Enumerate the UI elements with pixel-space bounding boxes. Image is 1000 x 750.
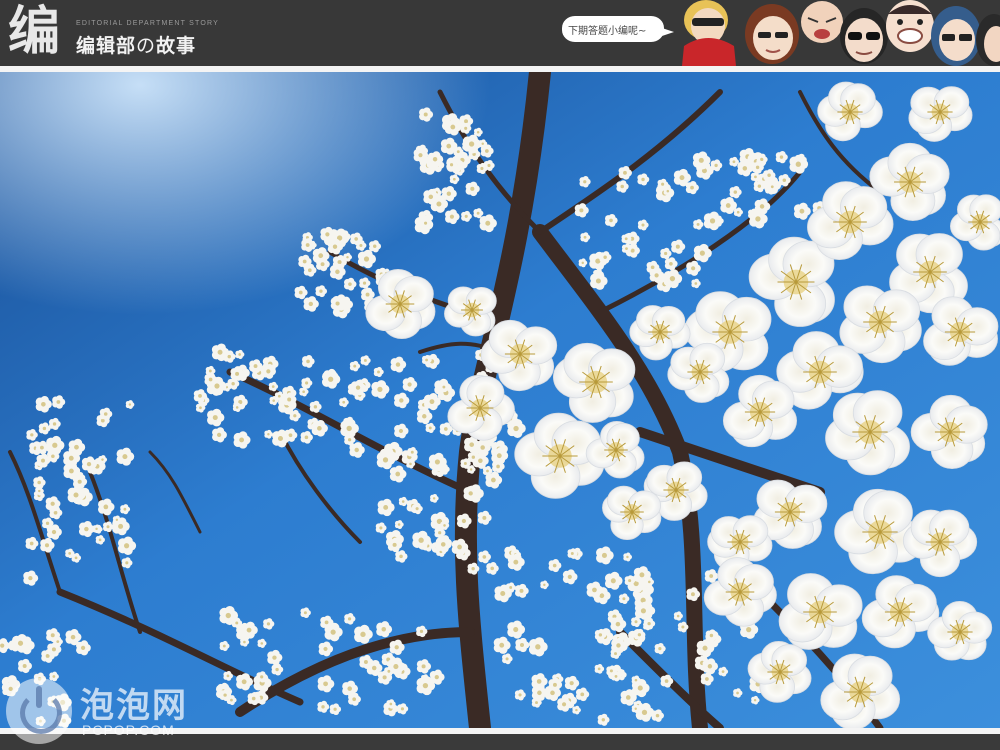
speech-bubble: 下期答题小编呢~ xyxy=(562,16,674,42)
cartoon-faces-illustration xyxy=(682,0,1000,66)
speech-bubble-text: 下期答题小编呢~ xyxy=(568,26,647,37)
watermark-brand: 泡泡网 xyxy=(80,686,188,726)
logo-title-no: の xyxy=(136,35,157,57)
logo-subtitle: EDITORIAL DEPARTMENT STORY xyxy=(76,20,219,27)
power-icon xyxy=(6,678,72,744)
watermark: 泡泡网 PCPOP.COM xyxy=(6,676,226,746)
logo-glyph: 编 xyxy=(8,1,60,62)
logo-title-part2: 故事 xyxy=(156,35,197,57)
logo-title-part1: 编辑部 xyxy=(76,35,137,57)
logo-title: 编辑部の故事 xyxy=(76,31,196,58)
header-banner: 编 EDITORIAL DEPARTMENT STORY 编辑部の故事 下期答题… xyxy=(0,0,1000,66)
watermark-url: PCPOP.COM xyxy=(82,722,175,738)
blossom-photo-illustration xyxy=(0,72,1000,728)
cartoon-characters xyxy=(676,0,1000,66)
blossom-photo xyxy=(0,72,1000,728)
